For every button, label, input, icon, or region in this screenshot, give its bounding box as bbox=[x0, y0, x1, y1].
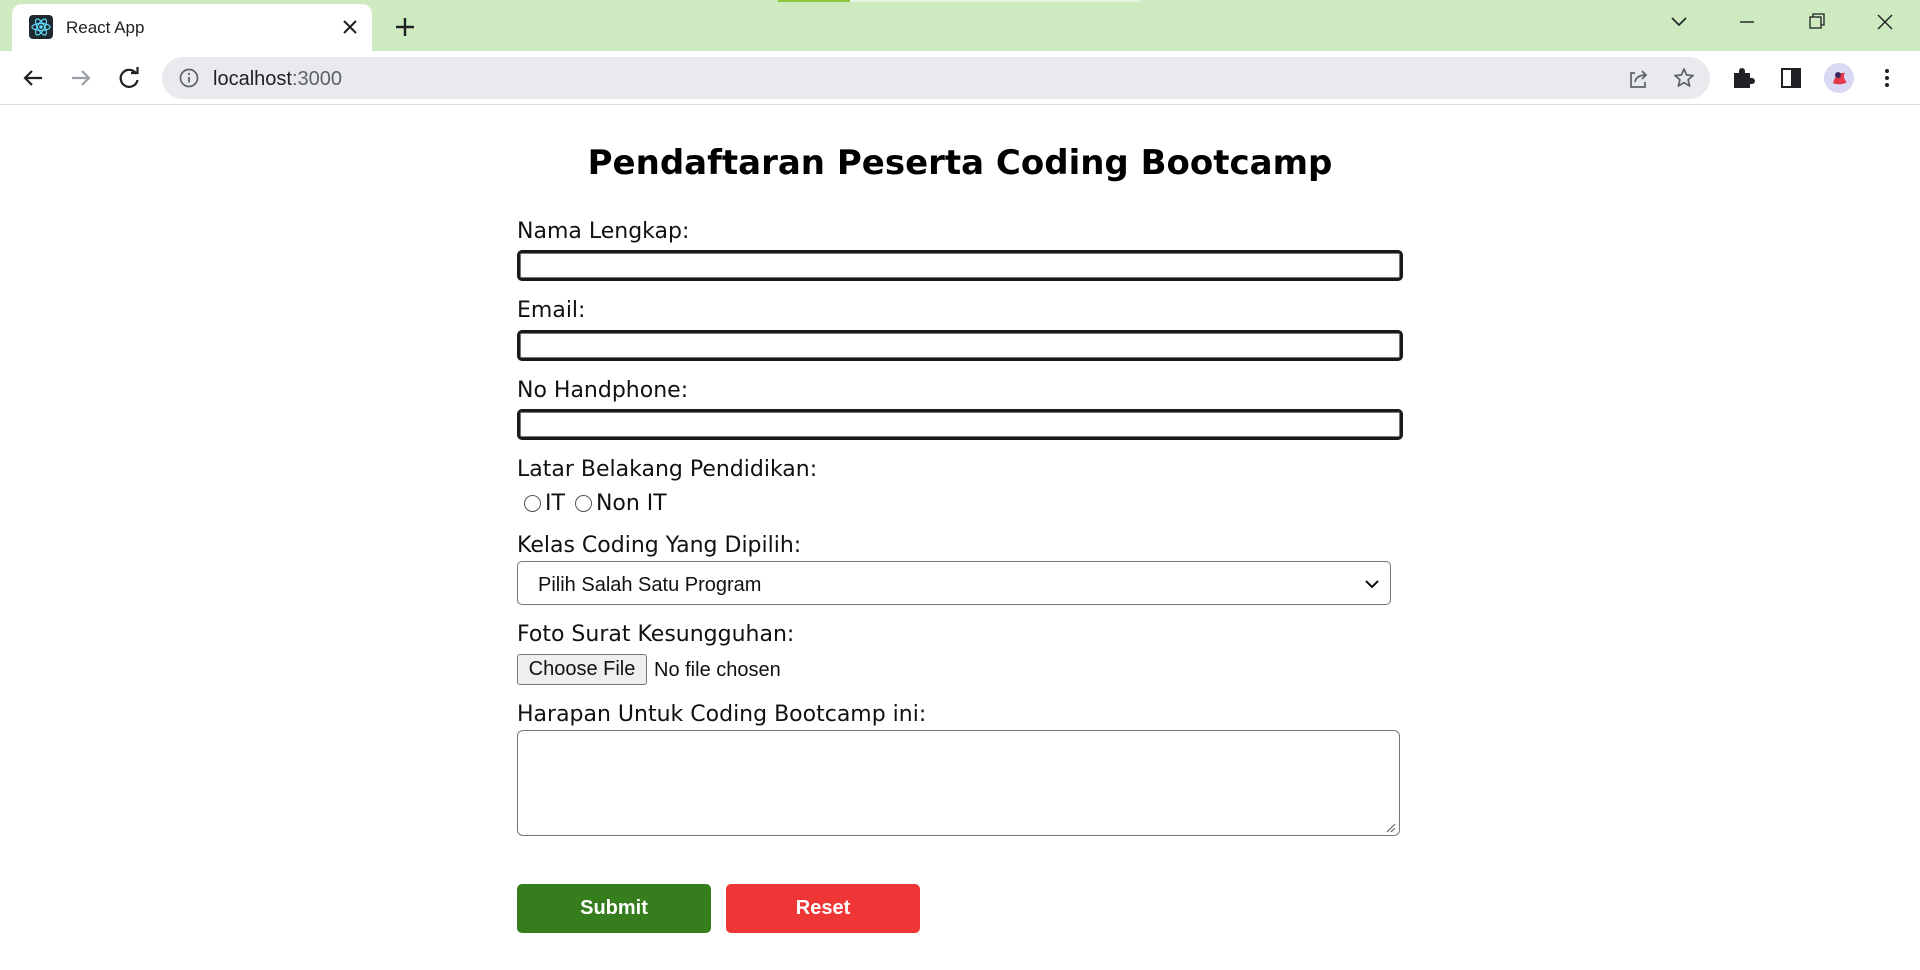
chevron-down-icon bbox=[1364, 576, 1380, 592]
address-bar[interactable]: localhost:3000 bbox=[162, 57, 1710, 99]
file-status-text: No file chosen bbox=[654, 659, 781, 681]
radio-non-it-label: Non IT bbox=[595, 490, 667, 516]
harapan-textarea[interactable] bbox=[517, 730, 1400, 836]
reset-button[interactable]: Reset bbox=[726, 884, 920, 933]
minimize-icon[interactable] bbox=[1729, 7, 1765, 37]
radio-non-it[interactable] bbox=[574, 494, 592, 512]
browser-toolbar: localhost:3000 bbox=[0, 51, 1920, 105]
page-title: Pendaftaran Peserta Coding Bootcamp bbox=[587, 143, 1333, 183]
kelas-coding-selected-value: Pilih Salah Satu Program bbox=[538, 574, 762, 596]
browser-menu-icon[interactable] bbox=[1873, 64, 1901, 92]
tab-title: React App bbox=[66, 18, 145, 37]
nama-lengkap-label: Nama Lengkap: bbox=[517, 219, 690, 244]
foto-surat-label: Foto Surat Kesungguhan: bbox=[517, 622, 795, 647]
submit-button[interactable]: Submit bbox=[517, 884, 711, 933]
site-info-icon[interactable] bbox=[178, 67, 200, 89]
profile-avatar[interactable] bbox=[1824, 63, 1854, 93]
kelas-coding-label: Kelas Coding Yang Dipilih: bbox=[517, 533, 802, 558]
reload-icon[interactable] bbox=[114, 63, 144, 93]
close-window-icon[interactable] bbox=[1867, 7, 1903, 37]
url-text: localhost:3000 bbox=[213, 68, 342, 91]
side-panel-icon[interactable] bbox=[1777, 64, 1805, 92]
choose-file-button[interactable]: Choose File bbox=[517, 654, 647, 685]
new-tab-icon[interactable] bbox=[390, 12, 420, 42]
forward-arrow-icon[interactable] bbox=[66, 63, 96, 93]
browser-tab-bar: React App bbox=[0, 0, 1920, 51]
latar-belakang-label: Latar Belakang Pendidikan: bbox=[517, 457, 818, 482]
kelas-coding-select[interactable]: Pilih Salah Satu Program bbox=[517, 561, 1391, 605]
harapan-label: Harapan Untuk Coding Bootcamp ini: bbox=[517, 702, 927, 727]
nama-lengkap-input[interactable] bbox=[517, 250, 1403, 281]
bookmark-star-icon[interactable] bbox=[1672, 66, 1696, 90]
latar-belakang-radio-group: IT Non IT bbox=[517, 488, 670, 518]
radio-it[interactable] bbox=[524, 494, 541, 512]
tab-search-chevron-icon[interactable] bbox=[1661, 7, 1697, 37]
no-handphone-input[interactable] bbox=[517, 409, 1403, 440]
back-arrow-icon[interactable] bbox=[18, 63, 48, 93]
email-input[interactable] bbox=[517, 330, 1403, 361]
react-logo-icon bbox=[29, 15, 53, 39]
url-host: localhost bbox=[213, 68, 292, 90]
resize-grip-icon[interactable] bbox=[1384, 820, 1396, 833]
no-handphone-label: No Handphone: bbox=[517, 378, 689, 403]
url-port: :3000 bbox=[291, 68, 342, 90]
restore-window-icon[interactable] bbox=[1798, 7, 1834, 37]
tab-loading-indicator bbox=[778, 0, 1140, 2]
close-tab-icon[interactable] bbox=[338, 15, 362, 39]
browser-tab[interactable]: React App bbox=[12, 4, 372, 51]
radio-it-label: IT bbox=[545, 490, 565, 516]
extensions-puzzle-icon[interactable] bbox=[1729, 64, 1757, 92]
email-label: Email: bbox=[517, 298, 586, 323]
share-icon[interactable] bbox=[1626, 67, 1650, 91]
